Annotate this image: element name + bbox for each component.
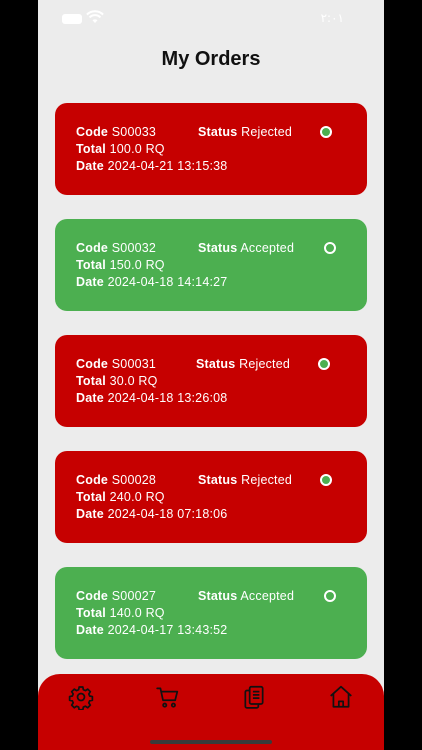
orders-list: Code S00033 Status Rejected Total 100.0 … — [55, 103, 367, 683]
order-card[interactable]: Code S00028 Status Rejected Total 240.0 … — [55, 451, 367, 543]
order-date: Date 2024-04-17 13:43:52 — [76, 623, 228, 637]
order-code: Code S00031 — [76, 357, 157, 371]
order-code: Code S00033 — [76, 125, 157, 139]
order-code: Code S00028 — [76, 473, 157, 487]
wifi-icon — [86, 10, 104, 23]
status-indicator-icon — [324, 590, 336, 602]
order-total: Total 140.0 RQ — [76, 606, 165, 620]
nav-orders-button[interactable] — [241, 684, 267, 710]
order-date: Date 2024-04-18 13:26:08 — [76, 391, 228, 405]
order-status: Status Rejected — [196, 357, 291, 371]
order-total: Total 100.0 RQ — [76, 142, 165, 156]
status-indicator-icon — [320, 474, 332, 486]
order-card[interactable]: Code S00032 Status Accepted Total 150.0 … — [55, 219, 367, 311]
status-indicator-icon — [324, 242, 336, 254]
status-indicator-icon — [320, 126, 332, 138]
order-status: Status Accepted — [198, 241, 295, 255]
cart-icon — [156, 687, 179, 708]
order-status: Status Rejected — [198, 125, 293, 139]
page-title: My Orders — [161, 48, 261, 70]
home-icon — [330, 685, 352, 708]
documents-icon — [244, 685, 264, 709]
order-total: Total 30.0 RQ — [76, 374, 158, 388]
order-status: Status Rejected — [198, 473, 293, 487]
order-code: Code S00027 — [76, 589, 157, 603]
order-date: Date 2024-04-18 14:14:27 — [76, 275, 228, 289]
order-code: Code S00032 — [76, 241, 157, 255]
status-bar: ٢:٠١ — [38, 0, 384, 36]
home-indicator[interactable] — [150, 740, 272, 744]
bottom-nav — [38, 674, 384, 750]
status-indicator-icon — [318, 358, 330, 370]
nav-settings-button[interactable] — [68, 684, 94, 711]
order-card[interactable]: Code S00031 Status Rejected Total 30.0 R… — [55, 335, 367, 427]
app-screen: ٢:٠١ My Orders Code S00033 Status Reject… — [38, 0, 384, 750]
gear-icon — [68, 686, 94, 711]
nav-home-button[interactable] — [328, 684, 354, 710]
order-date: Date 2024-04-18 07:18:06 — [76, 507, 228, 521]
status-time: ٢:٠١ — [320, 11, 344, 25]
order-card[interactable]: Code S00027 Status Accepted Total 140.0 … — [55, 567, 367, 659]
order-status: Status Accepted — [198, 589, 295, 603]
nav-cart-button[interactable] — [155, 684, 181, 710]
order-date: Date 2024-04-21 13:15:38 — [76, 159, 228, 173]
order-card[interactable]: Code S00033 Status Rejected Total 100.0 … — [55, 103, 367, 195]
order-total: Total 150.0 RQ — [76, 258, 165, 272]
order-total: Total 240.0 RQ — [76, 490, 165, 504]
battery-icon — [62, 14, 82, 24]
